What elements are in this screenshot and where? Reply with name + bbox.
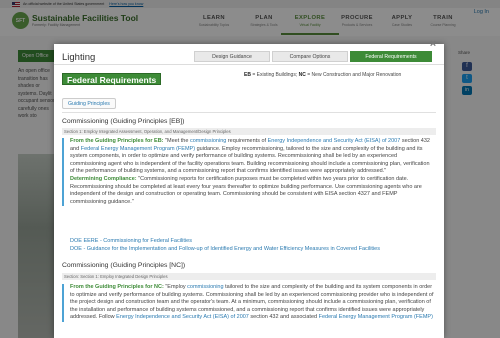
tab-federal-requirements[interactable]: Federal Requirements: [350, 51, 432, 62]
eisa-link[interactable]: Energy Independence and Security Act (EI…: [268, 138, 401, 144]
femp-link-nc[interactable]: Federal Energy Management Program (FEMP): [319, 314, 433, 320]
eisa-link-nc[interactable]: Energy Independence and Security Act (EI…: [116, 314, 249, 320]
tab-design-guidance[interactable]: Design Guidance: [194, 51, 270, 62]
doe-guidance-link[interactable]: DOE - Guidance for the Implementation an…: [70, 246, 380, 254]
federal-requirements-heading: Federal Requirements: [62, 73, 162, 85]
doe-commissioning-link[interactable]: DOE EERE - Commissioning for Federal Fac…: [70, 238, 380, 246]
content-block-eb: From the Guiding Principles for EB: "Mee…: [62, 138, 434, 207]
guiding-principles-button[interactable]: Guiding Principles: [62, 98, 116, 109]
tab-divider: [54, 64, 444, 65]
section-bar-nc: Section: Section 1: Employ Integrated De…: [62, 273, 436, 280]
doe-links: DOE EERE - Commissioning for Federal Fac…: [70, 238, 380, 253]
commissioning-link[interactable]: commissioning: [190, 138, 226, 144]
building-type-legend: EB = Existing Buildings; NC = New Constr…: [244, 72, 402, 78]
close-icon[interactable]: ×: [428, 39, 438, 50]
section-title-eb: Commissioning (Guiding Principles [EB]): [62, 118, 185, 125]
content-divider: [62, 112, 436, 113]
modal-title: Lighting: [62, 52, 96, 63]
lighting-modal: Lighting Design Guidance Compare Options…: [54, 44, 444, 338]
tab-compare-options[interactable]: Compare Options: [272, 51, 348, 62]
commissioning-link-nc[interactable]: commissioning: [187, 284, 223, 290]
section-title-nc: Commissioning (Guiding Principles [NC]): [62, 262, 186, 269]
content-block-nc: From the Guiding Principles for NC: "Emp…: [62, 284, 434, 322]
section-bar-eb: Section 1: Employ Integrated Assessment,…: [62, 128, 436, 135]
femp-link[interactable]: Federal Energy Management Program (FEMP): [81, 146, 195, 152]
